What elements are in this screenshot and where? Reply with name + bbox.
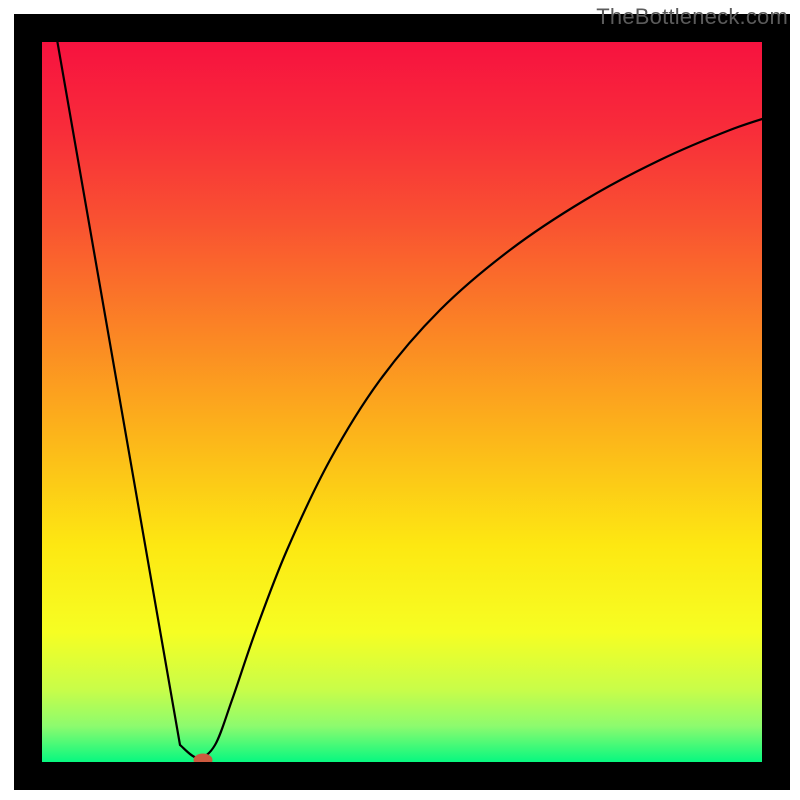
chart-container: TheBottleneck.com — [0, 0, 800, 800]
chart-svg — [0, 0, 800, 800]
gradient-background — [42, 42, 762, 762]
watermark-text: TheBottleneck.com — [596, 4, 788, 30]
